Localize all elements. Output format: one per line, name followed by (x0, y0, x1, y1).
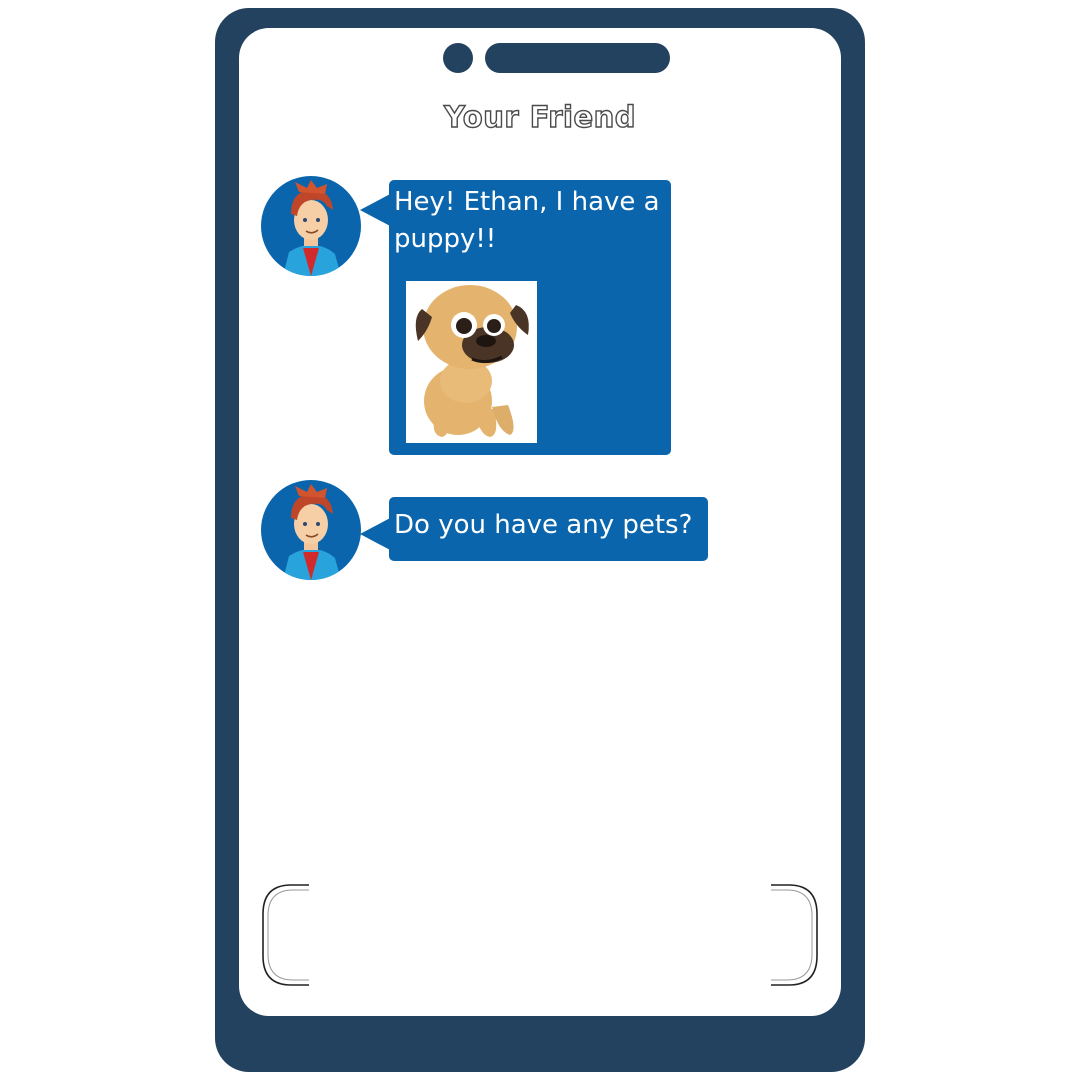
front-camera (443, 43, 473, 73)
bubble-tail (360, 193, 392, 227)
phone-frame: Your Friend Hey! Ethan, I have a puppy!! (215, 8, 865, 1072)
earpiece-speaker (485, 43, 670, 73)
message-bubble[interactable]: Do you have any pets? (389, 497, 708, 561)
message-text: Hey! Ethan, I have a puppy!! (394, 187, 660, 254)
boy-avatar-icon[interactable] (261, 176, 361, 276)
phone-screen: Your Friend Hey! Ethan, I have a puppy!! (239, 28, 841, 1016)
contact-name: Your Friend (443, 99, 637, 134)
message-bubble[interactable]: Hey! Ethan, I have a puppy!! (389, 180, 671, 455)
pug-puppy-image[interactable] (406, 281, 537, 443)
message-text: Do you have any pets? (394, 510, 693, 540)
message-input-area[interactable] (261, 884, 819, 986)
input-left-bracket (262, 884, 309, 986)
boy-avatar-icon[interactable] (261, 480, 361, 580)
bubble-tail (360, 517, 392, 551)
input-right-bracket (771, 884, 818, 986)
